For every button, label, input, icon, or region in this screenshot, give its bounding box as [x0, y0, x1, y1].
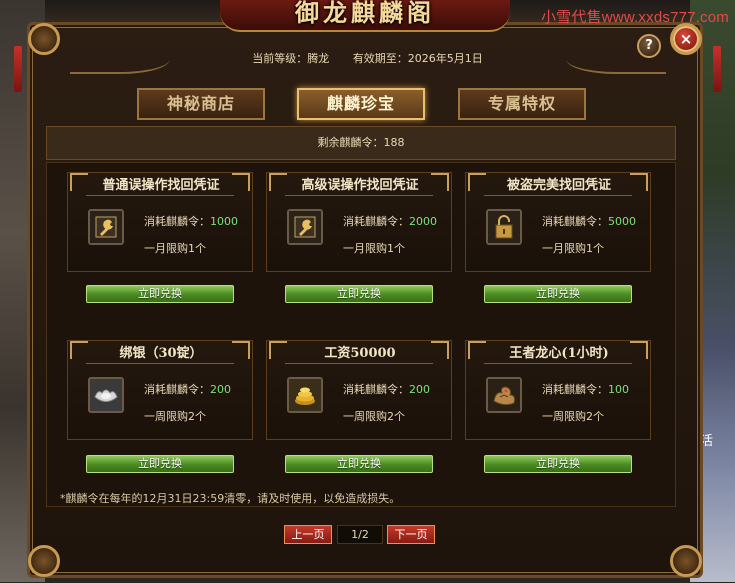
exchange-button[interactable]: 立即兑换 — [285, 285, 433, 303]
corner-ornament-icon — [22, 17, 66, 61]
tab-mystery-shop[interactable]: 神秘商店 — [137, 88, 265, 120]
tassel-left — [14, 46, 22, 92]
purchase-limit: 一周限购2个 — [144, 410, 206, 423]
item-name: 王者龙心(1小时) — [509, 346, 609, 361]
cost-label: 消耗麒麟令： — [343, 383, 409, 396]
card-divider — [285, 195, 433, 196]
item-card: 绑银（30锭） 消耗麒麟令：200 一周限购2个 — [67, 340, 253, 440]
purchase-limit: 一月限购1个 — [542, 242, 604, 255]
item-cost: 消耗麒麟令：100 — [542, 381, 629, 397]
exchange-button[interactable]: 立即兑换 — [484, 455, 632, 473]
item-cost: 消耗麒麟令：200 — [144, 381, 231, 397]
item-cost: 消耗麒麟令：200 — [343, 381, 430, 397]
wrench-icon[interactable] — [88, 209, 124, 245]
cost-value: 1000 — [210, 215, 238, 228]
cost-label: 消耗麒麟令： — [542, 215, 608, 228]
expiry-date: 有效期至：2026年5月1日 — [352, 52, 483, 65]
item-card: 被盗完美找回凭证 消耗麒麟令：5000 一月限购1个 — [465, 172, 651, 272]
cost-label: 消耗麒麟令： — [542, 383, 608, 396]
item-name: 普通误操作找回凭证 — [102, 178, 220, 193]
card-divider — [86, 195, 234, 196]
watermark-text: 小雪代售www.xxds777.com — [540, 9, 729, 26]
remaining-tokens: 剩余麒麟令：188 — [46, 126, 676, 160]
corner-ornament-icon — [22, 539, 66, 583]
cost-value: 200 — [409, 383, 430, 396]
expiry-notice: *麒麟令在每年的12月31日23:59清零，请及时使用，以免造成损失。 — [60, 492, 401, 505]
next-page-button[interactable]: 下一页 — [387, 525, 435, 544]
item-cost: 消耗麒麟令：2000 — [343, 213, 437, 229]
current-level: 当前等级：腾龙 — [252, 52, 330, 65]
header-info: 当前等级：腾龙 有效期至：2026年5月1日 — [0, 50, 735, 66]
card-divider — [484, 363, 632, 364]
item-name: 绑银（30锭） — [119, 346, 203, 361]
card-divider — [484, 195, 632, 196]
close-button[interactable]: × — [673, 26, 699, 52]
exchange-button[interactable]: 立即兑换 — [86, 285, 234, 303]
exchange-button[interactable]: 立即兑换 — [285, 455, 433, 473]
tab-exclusive-privilege[interactable]: 专属特权 — [458, 88, 586, 120]
item-card: 普通误操作找回凭证 消耗麒麟令：1000 一月限购1个 — [67, 172, 253, 272]
cost-value: 100 — [608, 383, 629, 396]
item-name: 被盗完美找回凭证 — [506, 178, 611, 193]
item-name: 工资50000 — [324, 346, 396, 361]
item-card: 工资50000 消耗麒麟令：200 一周限购2个 — [266, 340, 452, 440]
dialog-title: 御龙麒麟阁 — [295, 0, 435, 27]
cost-label: 消耗麒麟令： — [343, 215, 409, 228]
purchase-limit: 一月限购1个 — [343, 242, 405, 255]
cost-label: 消耗麒麟令： — [144, 383, 210, 396]
corner-ornament-icon — [664, 539, 708, 583]
item-card: 王者龙心(1小时) 消耗麒麟令：100 一周限购2个 — [465, 340, 651, 440]
purchase-limit: 一周限购2个 — [343, 410, 405, 423]
exchange-button[interactable]: 立即兑换 — [484, 285, 632, 303]
wrench-icon[interactable] — [287, 209, 323, 245]
page-indicator: 1/2 — [337, 525, 383, 544]
dragon-heart-icon[interactable] — [486, 377, 522, 413]
help-button[interactable]: ? — [637, 34, 661, 58]
card-divider — [86, 363, 234, 364]
item-cost: 消耗麒麟令：5000 — [542, 213, 636, 229]
cost-value: 2000 — [409, 215, 437, 228]
purchase-limit: 一月限购1个 — [144, 242, 206, 255]
title-banner: 御龙麒麟阁 — [220, 0, 510, 32]
cost-value: 200 — [210, 383, 231, 396]
purchase-limit: 一周限购2个 — [542, 410, 604, 423]
cost-value: 5000 — [608, 215, 636, 228]
card-divider — [285, 363, 433, 364]
previous-page-button[interactable]: 上一页 — [284, 525, 332, 544]
item-card: 高级误操作找回凭证 消耗麒麟令：2000 一月限购1个 — [266, 172, 452, 272]
cost-label: 消耗麒麟令： — [144, 215, 210, 228]
lock-icon[interactable] — [486, 209, 522, 245]
tab-qilin-treasure[interactable]: 麒麟珍宝 — [297, 88, 425, 120]
tassel-right — [713, 46, 721, 92]
item-name: 高级误操作找回凭证 — [301, 178, 419, 193]
gold-coins-icon[interactable] — [287, 377, 323, 413]
item-cost: 消耗麒麟令：1000 — [144, 213, 238, 229]
silver-ingot-icon[interactable] — [88, 377, 124, 413]
exchange-button[interactable]: 立即兑换 — [86, 455, 234, 473]
